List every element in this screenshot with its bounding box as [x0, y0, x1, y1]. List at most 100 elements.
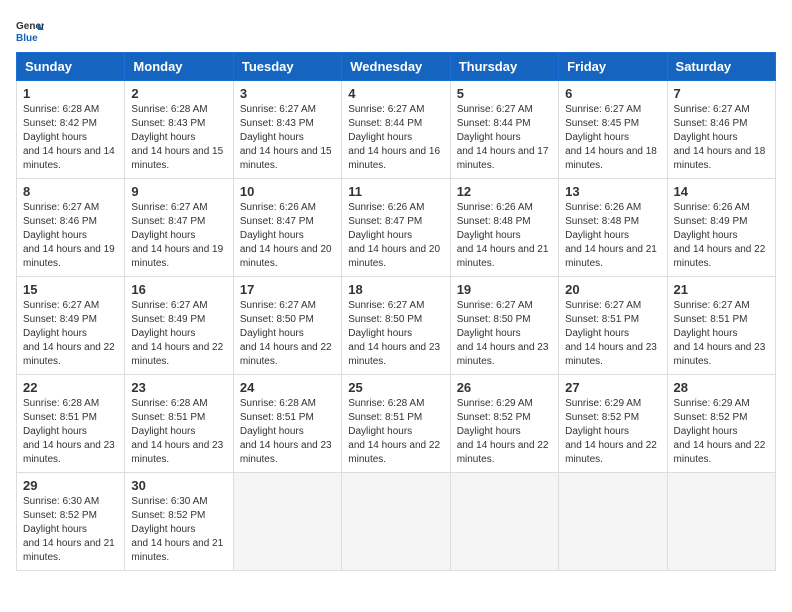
- day-number: 25: [348, 380, 443, 395]
- day-info: Sunrise: 6:27 AM Sunset: 8:49 PM Dayligh…: [131, 299, 226, 369]
- calendar-cell: 14 Sunrise: 6:26 AM Sunset: 8:49 PM Dayl…: [667, 179, 775, 277]
- day-header-thursday: Thursday: [450, 53, 558, 81]
- day-number: 27: [565, 380, 660, 395]
- calendar-cell: 15 Sunrise: 6:27 AM Sunset: 8:49 PM Dayl…: [17, 277, 125, 375]
- day-info: Sunrise: 6:28 AM Sunset: 8:51 PM Dayligh…: [131, 397, 226, 467]
- day-info: Sunrise: 6:28 AM Sunset: 8:51 PM Dayligh…: [240, 397, 335, 467]
- week-row-2: 8 Sunrise: 6:27 AM Sunset: 8:46 PM Dayli…: [17, 179, 776, 277]
- day-number: 14: [674, 184, 769, 199]
- day-number: 1: [23, 86, 118, 101]
- calendar-cell: 28 Sunrise: 6:29 AM Sunset: 8:52 PM Dayl…: [667, 375, 775, 473]
- day-number: 26: [457, 380, 552, 395]
- calendar-cell: 26 Sunrise: 6:29 AM Sunset: 8:52 PM Dayl…: [450, 375, 558, 473]
- day-info: Sunrise: 6:28 AM Sunset: 8:51 PM Dayligh…: [23, 397, 118, 467]
- day-info: Sunrise: 6:27 AM Sunset: 8:46 PM Dayligh…: [674, 103, 769, 173]
- calendar-cell: 2 Sunrise: 6:28 AM Sunset: 8:43 PM Dayli…: [125, 81, 233, 179]
- day-header-saturday: Saturday: [667, 53, 775, 81]
- day-number: 18: [348, 282, 443, 297]
- day-number: 21: [674, 282, 769, 297]
- calendar-cell: 7 Sunrise: 6:27 AM Sunset: 8:46 PM Dayli…: [667, 81, 775, 179]
- day-info: Sunrise: 6:27 AM Sunset: 8:51 PM Dayligh…: [674, 299, 769, 369]
- week-row-4: 22 Sunrise: 6:28 AM Sunset: 8:51 PM Dayl…: [17, 375, 776, 473]
- day-number: 13: [565, 184, 660, 199]
- day-number: 9: [131, 184, 226, 199]
- day-info: Sunrise: 6:27 AM Sunset: 8:50 PM Dayligh…: [348, 299, 443, 369]
- day-info: Sunrise: 6:27 AM Sunset: 8:47 PM Dayligh…: [131, 201, 226, 271]
- day-header-wednesday: Wednesday: [342, 53, 450, 81]
- day-header-sunday: Sunday: [17, 53, 125, 81]
- day-info: Sunrise: 6:27 AM Sunset: 8:46 PM Dayligh…: [23, 201, 118, 271]
- day-header-tuesday: Tuesday: [233, 53, 341, 81]
- logo: General Blue: [16, 16, 48, 44]
- calendar-cell: 4 Sunrise: 6:27 AM Sunset: 8:44 PM Dayli…: [342, 81, 450, 179]
- day-info: Sunrise: 6:26 AM Sunset: 8:47 PM Dayligh…: [240, 201, 335, 271]
- calendar-cell: 11 Sunrise: 6:26 AM Sunset: 8:47 PM Dayl…: [342, 179, 450, 277]
- calendar-cell: 10 Sunrise: 6:26 AM Sunset: 8:47 PM Dayl…: [233, 179, 341, 277]
- week-row-5: 29 Sunrise: 6:30 AM Sunset: 8:52 PM Dayl…: [17, 473, 776, 571]
- day-number: 20: [565, 282, 660, 297]
- day-number: 22: [23, 380, 118, 395]
- day-info: Sunrise: 6:28 AM Sunset: 8:42 PM Dayligh…: [23, 103, 118, 173]
- day-number: 15: [23, 282, 118, 297]
- calendar-cell: [342, 473, 450, 571]
- day-number: 30: [131, 478, 226, 493]
- day-info: Sunrise: 6:27 AM Sunset: 8:49 PM Dayligh…: [23, 299, 118, 369]
- calendar-cell: 21 Sunrise: 6:27 AM Sunset: 8:51 PM Dayl…: [667, 277, 775, 375]
- calendar-cell: 13 Sunrise: 6:26 AM Sunset: 8:48 PM Dayl…: [559, 179, 667, 277]
- day-number: 24: [240, 380, 335, 395]
- calendar-cell: 1 Sunrise: 6:28 AM Sunset: 8:42 PM Dayli…: [17, 81, 125, 179]
- day-number: 4: [348, 86, 443, 101]
- calendar-cell: 29 Sunrise: 6:30 AM Sunset: 8:52 PM Dayl…: [17, 473, 125, 571]
- day-number: 7: [674, 86, 769, 101]
- day-number: 6: [565, 86, 660, 101]
- day-info: Sunrise: 6:27 AM Sunset: 8:44 PM Dayligh…: [348, 103, 443, 173]
- calendar-table: SundayMondayTuesdayWednesdayThursdayFrid…: [16, 52, 776, 571]
- day-info: Sunrise: 6:26 AM Sunset: 8:48 PM Dayligh…: [565, 201, 660, 271]
- day-info: Sunrise: 6:30 AM Sunset: 8:52 PM Dayligh…: [23, 495, 118, 565]
- calendar-cell: 6 Sunrise: 6:27 AM Sunset: 8:45 PM Dayli…: [559, 81, 667, 179]
- day-number: 11: [348, 184, 443, 199]
- calendar-cell: 23 Sunrise: 6:28 AM Sunset: 8:51 PM Dayl…: [125, 375, 233, 473]
- day-info: Sunrise: 6:27 AM Sunset: 8:50 PM Dayligh…: [457, 299, 552, 369]
- days-header-row: SundayMondayTuesdayWednesdayThursdayFrid…: [17, 53, 776, 81]
- calendar-cell: [667, 473, 775, 571]
- calendar-cell: [233, 473, 341, 571]
- day-number: 28: [674, 380, 769, 395]
- calendar-cell: 24 Sunrise: 6:28 AM Sunset: 8:51 PM Dayl…: [233, 375, 341, 473]
- day-number: 3: [240, 86, 335, 101]
- calendar-cell: 19 Sunrise: 6:27 AM Sunset: 8:50 PM Dayl…: [450, 277, 558, 375]
- day-number: 12: [457, 184, 552, 199]
- day-info: Sunrise: 6:26 AM Sunset: 8:48 PM Dayligh…: [457, 201, 552, 271]
- day-header-monday: Monday: [125, 53, 233, 81]
- day-info: Sunrise: 6:30 AM Sunset: 8:52 PM Dayligh…: [131, 495, 226, 565]
- calendar-cell: 16 Sunrise: 6:27 AM Sunset: 8:49 PM Dayl…: [125, 277, 233, 375]
- day-number: 2: [131, 86, 226, 101]
- calendar-cell: 25 Sunrise: 6:28 AM Sunset: 8:51 PM Dayl…: [342, 375, 450, 473]
- day-number: 8: [23, 184, 118, 199]
- day-info: Sunrise: 6:27 AM Sunset: 8:51 PM Dayligh…: [565, 299, 660, 369]
- day-info: Sunrise: 6:28 AM Sunset: 8:43 PM Dayligh…: [131, 103, 226, 173]
- calendar-cell: 27 Sunrise: 6:29 AM Sunset: 8:52 PM Dayl…: [559, 375, 667, 473]
- calendar-cell: 22 Sunrise: 6:28 AM Sunset: 8:51 PM Dayl…: [17, 375, 125, 473]
- day-number: 10: [240, 184, 335, 199]
- calendar-cell: 12 Sunrise: 6:26 AM Sunset: 8:48 PM Dayl…: [450, 179, 558, 277]
- week-row-1: 1 Sunrise: 6:28 AM Sunset: 8:42 PM Dayli…: [17, 81, 776, 179]
- day-info: Sunrise: 6:27 AM Sunset: 8:50 PM Dayligh…: [240, 299, 335, 369]
- calendar-cell: [450, 473, 558, 571]
- calendar-cell: 5 Sunrise: 6:27 AM Sunset: 8:44 PM Dayli…: [450, 81, 558, 179]
- day-info: Sunrise: 6:28 AM Sunset: 8:51 PM Dayligh…: [348, 397, 443, 467]
- calendar-cell: 30 Sunrise: 6:30 AM Sunset: 8:52 PM Dayl…: [125, 473, 233, 571]
- day-info: Sunrise: 6:29 AM Sunset: 8:52 PM Dayligh…: [565, 397, 660, 467]
- day-info: Sunrise: 6:27 AM Sunset: 8:43 PM Dayligh…: [240, 103, 335, 173]
- day-info: Sunrise: 6:26 AM Sunset: 8:49 PM Dayligh…: [674, 201, 769, 271]
- calendar-cell: 17 Sunrise: 6:27 AM Sunset: 8:50 PM Dayl…: [233, 277, 341, 375]
- day-info: Sunrise: 6:29 AM Sunset: 8:52 PM Dayligh…: [457, 397, 552, 467]
- day-number: 23: [131, 380, 226, 395]
- svg-text:Blue: Blue: [16, 33, 38, 44]
- day-info: Sunrise: 6:29 AM Sunset: 8:52 PM Dayligh…: [674, 397, 769, 467]
- week-row-3: 15 Sunrise: 6:27 AM Sunset: 8:49 PM Dayl…: [17, 277, 776, 375]
- day-number: 17: [240, 282, 335, 297]
- header: General Blue: [16, 16, 776, 44]
- day-header-friday: Friday: [559, 53, 667, 81]
- calendar-cell: 8 Sunrise: 6:27 AM Sunset: 8:46 PM Dayli…: [17, 179, 125, 277]
